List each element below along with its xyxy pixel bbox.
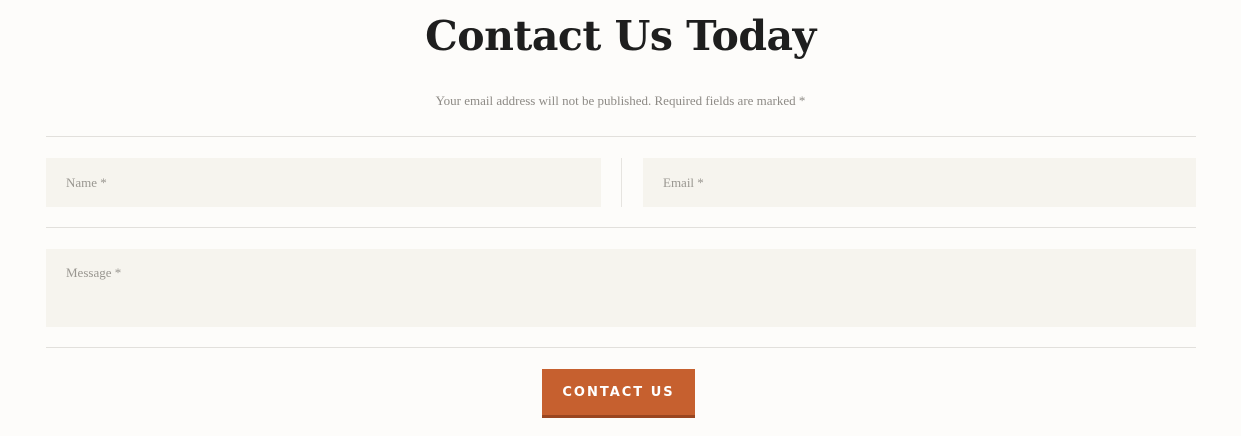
middle-divider <box>46 227 1196 228</box>
email-input[interactable] <box>643 158 1196 207</box>
page-title: Contact Us Today <box>425 12 816 60</box>
contact-us-button[interactable]: Contact Us <box>542 369 695 418</box>
message-textarea[interactable] <box>46 249 1196 327</box>
top-divider <box>46 136 1196 137</box>
required-fields-notice: Your email address will not be published… <box>435 93 806 108</box>
field-separator <box>621 158 622 207</box>
name-input[interactable] <box>46 158 601 207</box>
bottom-divider <box>46 347 1196 348</box>
